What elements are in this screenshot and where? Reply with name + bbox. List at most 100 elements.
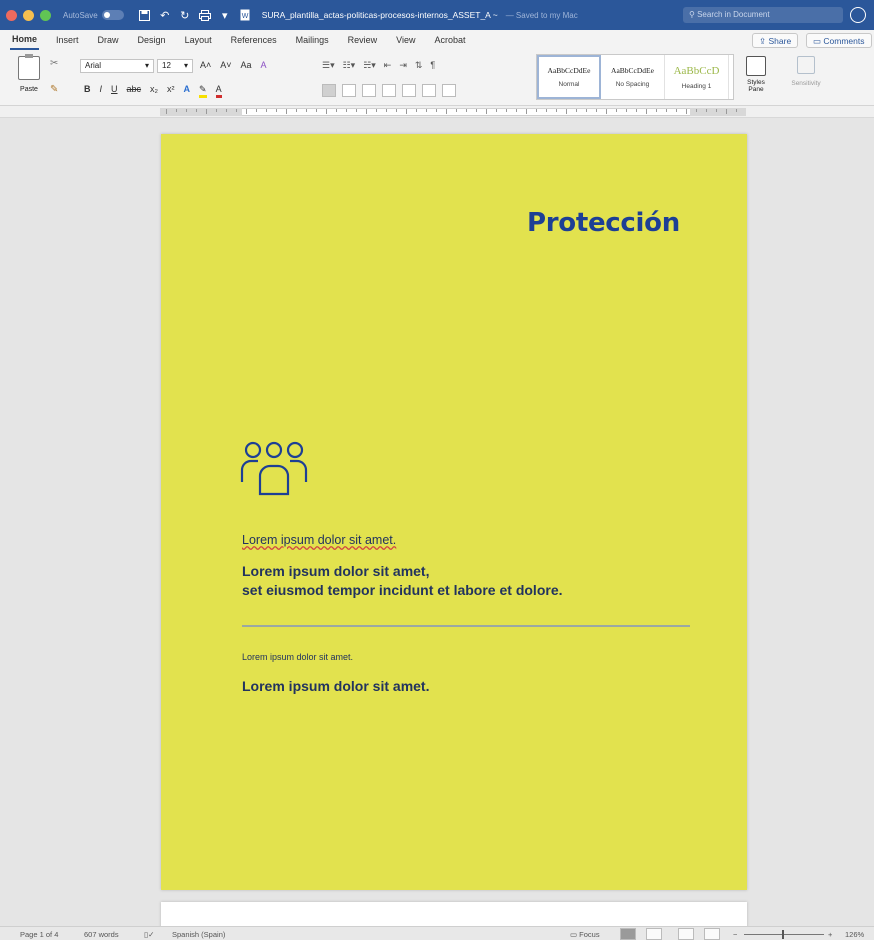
multilevel-list-icon[interactable]: ☵▾ <box>363 60 376 71</box>
ruler-tick <box>446 109 447 114</box>
search-document-input[interactable]: ⚲ Search in Document <box>683 7 843 23</box>
ribbon-tabs: Home Insert Draw Design Layout Reference… <box>0 30 874 50</box>
zoom-slider[interactable] <box>744 934 824 935</box>
font-name-select[interactable]: Arial ▾ <box>80 59 154 73</box>
ruler-tick <box>486 109 487 114</box>
undo-icon[interactable]: ↶ <box>158 8 172 22</box>
language[interactable]: Spanish (Spain) <box>172 930 225 939</box>
tab-design[interactable]: Design <box>136 31 168 49</box>
paste-button[interactable]: Paste <box>12 54 46 93</box>
underline-button[interactable]: U <box>111 84 118 98</box>
increase-font-button[interactable]: A˄ <box>200 60 211 70</box>
read-mode-button[interactable] <box>678 928 694 940</box>
user-icon[interactable] <box>850 7 866 23</box>
font-color-icon[interactable]: A <box>215 84 222 98</box>
decrease-font-button[interactable]: A˅ <box>220 60 231 70</box>
ruler-tick <box>606 109 607 114</box>
headline-text: Lorem ipsum dolor sit amet, set eiusmod … <box>242 563 563 598</box>
share-button[interactable]: ⇪ Share <box>752 33 799 48</box>
ruler-tick <box>666 109 667 112</box>
bullets-icon[interactable]: ☰▾ <box>322 60 335 71</box>
tab-layout[interactable]: Layout <box>183 31 214 49</box>
clear-formatting-button[interactable]: A <box>261 60 267 70</box>
ruler-tick <box>456 109 457 112</box>
word-count[interactable]: 607 words <box>84 930 119 939</box>
superscript-button[interactable]: x² <box>167 84 175 98</box>
ruler-tick <box>566 109 567 114</box>
tab-acrobat[interactable]: Acrobat <box>433 31 468 49</box>
show-formatting-icon[interactable]: ¶ <box>430 60 435 71</box>
tab-view[interactable]: View <box>394 31 417 49</box>
document-page[interactable]: Protección Lorem ipsum dolor sit amet. L… <box>161 134 747 890</box>
tab-references[interactable]: References <box>229 31 279 49</box>
align-left-button[interactable] <box>322 84 336 97</box>
focus-icon: ▭ <box>570 930 580 939</box>
text-effects-icon[interactable]: A <box>184 84 191 98</box>
customize-toolbar-icon[interactable]: ▾ <box>218 8 232 22</box>
zoom-in-button[interactable]: + <box>828 930 832 939</box>
line-spacing-button[interactable] <box>402 84 416 97</box>
document-canvas[interactable]: Protección Lorem ipsum dolor sit amet. L… <box>0 118 874 932</box>
styles-pane-button[interactable]: Styles Pane <box>742 56 770 93</box>
subscript-button[interactable]: x₂ <box>150 84 158 98</box>
increase-indent-icon[interactable]: ⇥ <box>399 60 407 71</box>
ruler-tick <box>436 109 437 112</box>
ruler-tick <box>576 109 577 112</box>
borders-button[interactable] <box>442 84 456 97</box>
ruler-tick <box>296 109 297 112</box>
sensitivity-button[interactable]: Sensitivity <box>784 56 828 87</box>
sort-icon[interactable]: ⇅ <box>415 60 423 71</box>
page-title: Protección <box>527 208 680 238</box>
web-layout-button[interactable] <box>646 928 662 940</box>
format-painter-icon[interactable]: ✎ <box>50 84 58 95</box>
print-icon[interactable] <box>198 8 212 22</box>
minimize-window-button[interactable] <box>23 9 34 21</box>
tab-review[interactable]: Review <box>346 31 380 49</box>
horizontal-ruler[interactable] <box>0 106 874 118</box>
font-size-select[interactable]: 12 ▾ <box>157 59 193 73</box>
save-icon[interactable] <box>138 8 152 22</box>
style-normal[interactable]: AaBbCcDdEe Normal <box>537 55 601 99</box>
ruler-tick <box>316 109 317 112</box>
tab-home[interactable]: Home <box>10 30 40 50</box>
page-count[interactable]: Page 1 of 4 <box>20 930 58 939</box>
italic-button[interactable]: I <box>100 84 103 98</box>
ruler-tick <box>636 109 637 112</box>
redo-icon[interactable]: ↻ <box>178 8 192 22</box>
proofing-icon[interactable]: ▯✓ <box>144 930 154 939</box>
title-bar: AutoSave ↶ ↻ ▾ W SURA_plantilla_actas-po… <box>0 0 874 30</box>
strikethrough-button[interactable]: abc <box>127 84 142 98</box>
ruler-tick <box>286 109 287 114</box>
shading-button[interactable] <box>422 84 436 97</box>
ruler-tick <box>346 109 347 112</box>
section-divider <box>242 625 690 627</box>
print-layout-button[interactable] <box>620 928 636 940</box>
tab-draw[interactable]: Draw <box>96 31 121 49</box>
zoom-level[interactable]: 126% <box>845 930 864 939</box>
cut-icon[interactable]: ✂ <box>50 58 58 69</box>
tab-mailings[interactable]: Mailings <box>294 31 331 49</box>
change-case-button[interactable]: Aa <box>241 60 252 70</box>
close-window-button[interactable] <box>6 9 17 21</box>
comments-button[interactable]: ▭ Comments <box>806 33 872 48</box>
zoom-window-button[interactable] <box>40 9 51 21</box>
justify-button[interactable] <box>382 84 396 97</box>
style-no-spacing[interactable]: AaBbCcDdEe No Spacing <box>601 55 665 99</box>
numbering-icon[interactable]: ☷▾ <box>343 60 356 71</box>
highlight-icon[interactable]: ✎ <box>199 84 207 98</box>
zoom-slider-thumb[interactable] <box>782 930 784 939</box>
decrease-indent-icon[interactable]: ⇤ <box>384 60 392 71</box>
tab-insert[interactable]: Insert <box>54 31 81 49</box>
bold-button[interactable]: B <box>84 84 91 98</box>
paragraph-align-group <box>322 84 456 97</box>
outline-view-button[interactable] <box>704 928 720 940</box>
ruler-tick <box>506 109 507 112</box>
format-buttons: B I U abc x₂ x² A ✎ A <box>84 84 222 98</box>
zoom-out-button[interactable]: − <box>733 930 737 939</box>
autosave-toggle[interactable] <box>101 10 124 20</box>
focus-button[interactable]: ▭ Focus <box>570 930 600 939</box>
style-heading-1[interactable]: AaBbCcD Heading 1 <box>665 55 729 99</box>
chevron-down-icon: ▾ <box>183 61 188 70</box>
align-center-button[interactable] <box>342 84 356 97</box>
align-right-button[interactable] <box>362 84 376 97</box>
